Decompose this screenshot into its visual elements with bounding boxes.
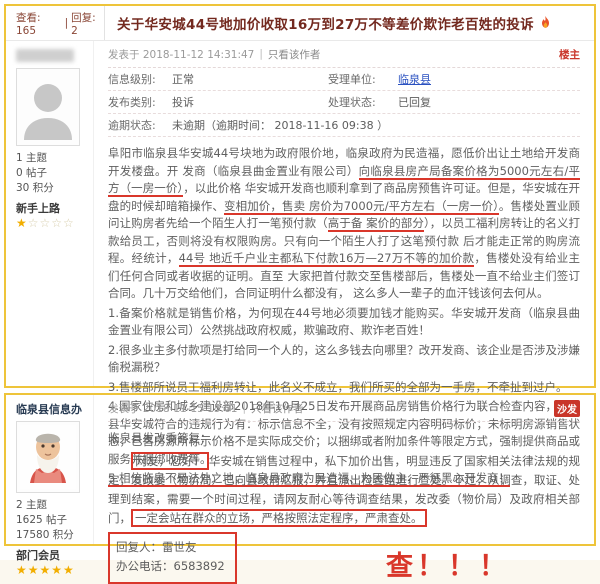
info-level-label: 信息级别: [108, 71, 172, 87]
censored-username [16, 49, 74, 62]
thread-stats: 查看: 165 | 回复: 2 [6, 6, 105, 40]
reply-contact-name: 回复人：雷世友 [116, 538, 225, 557]
rank-stars: ★☆☆☆☆ [16, 216, 87, 230]
expire-label: 逾期状态: [108, 117, 172, 133]
post-timestamp: 发表于 2018-11-15 15:01 [108, 401, 237, 416]
reply-count: 回复: 2 [71, 10, 104, 37]
status-value: 已回复 [398, 94, 431, 110]
elder-cartoon-avatar-icon [20, 425, 76, 489]
reply-username[interactable]: 临泉县信息办 [16, 401, 87, 417]
expire-value: 未逾期（逾期时间： 2018-11-16 09:38 ） [172, 117, 388, 133]
stats-divider: | [65, 17, 69, 29]
rank-stars: ★★★★★ [16, 563, 87, 577]
floor-badge-reply[interactable]: 沙发 [554, 400, 580, 417]
investigate-stamp: 查！！！ [386, 544, 510, 583]
post-timestamp: 发表于 2018-11-12 14:31:47 [108, 47, 254, 62]
accept-unit-link[interactable]: 临泉县 [398, 71, 431, 87]
category-value: 投诉 [172, 94, 302, 110]
avatar[interactable] [16, 421, 80, 493]
thread-title: 关于华安城44号地加价收取16万到27万不等差价欺诈老百姓的投诉 [117, 13, 534, 33]
view-author-link[interactable]: 只看该作者 [251, 401, 304, 416]
post-reply: 临泉县信息办 2 主题 16 [4, 393, 596, 546]
author-posts: 0 帖子 [16, 166, 87, 181]
floor-badge-op[interactable]: 楼主 [559, 47, 580, 62]
author-panel-op: 1 主题 0 帖子 30 积分 新手上路 ★☆☆☆☆ [6, 41, 94, 386]
reply-paragraph: 网友，您好！华安城在销售过程中，私下加价出售，明显违反了国家相关法律法规的规定，… [108, 452, 580, 528]
post-original: 查看: 165 | 回复: 2 关于华安城44号地加价收取16万到27万不等差价… [4, 4, 596, 388]
accept-unit-label: 受理单位: [328, 71, 398, 87]
status-label: 处理状态: [328, 94, 398, 110]
info-row: 逾期状态: 未逾期（逾期时间： 2018-11-16 09:38 ） [108, 114, 580, 137]
complaint-item-2: 2.很多业主多付款项是打给同一个人的，这么多钱去向哪里？改开发商、该企业是否涉及… [108, 342, 580, 377]
post-meta: 发表于 2018-11-15 15:01 | 只看该作者 沙发 [108, 395, 580, 422]
author-credits: 30 积分 [16, 181, 87, 196]
reply-heading: 临泉县发改委答复： [108, 430, 580, 446]
default-avatar-icon [20, 74, 76, 140]
complaint-paragraph: 阜阳市临泉县华安城44号块地为政府限价地，临泉政府为民造福，愿低价出让土地给开发… [108, 145, 580, 303]
info-row: 发布类别: 投诉 处理状态: 已回复 [108, 91, 580, 114]
post-meta: 发表于 2018-11-12 14:31:47 | 只看该作者 楼主 [108, 41, 580, 68]
info-level-value: 正常 [172, 71, 302, 87]
author-topics: 2 主题 [16, 498, 87, 513]
forum-page: 查看: 165 | 回复: 2 关于华安城44号地加价收取16万到27万不等差价… [0, 0, 600, 560]
author-rank: 新手上路 [16, 200, 87, 216]
author-rank: 部门会员 [16, 547, 87, 563]
thread-header: 查看: 165 | 回复: 2 关于华安城44号地加价收取16万到27万不等差价… [6, 6, 594, 41]
author-credits: 17580 积分 [16, 528, 87, 543]
info-row: 信息级别: 正常 受理单位: 临泉县 [108, 68, 580, 91]
hot-flame-icon [540, 16, 551, 30]
complaint-item-3: 3.售楼部所说员工福利房转让，此名义不成立，我们所买的全部为一手房，不牵扯到过户… [108, 379, 580, 397]
author-topics: 1 主题 [16, 151, 87, 166]
author-panel-gov: 临泉县信息办 2 主题 16 [6, 395, 94, 544]
reply-contact-box: 回复人：雷世友 办公电话：6583892 [108, 532, 237, 584]
author-posts: 1625 帖子 [16, 513, 87, 528]
category-label: 发布类别: [108, 94, 172, 110]
view-author-link[interactable]: 只看该作者 [268, 47, 321, 62]
avatar[interactable] [16, 68, 80, 146]
view-count: 查看: 165 [16, 10, 62, 37]
complaint-item-1: 1.备案价格就是销售价格，为何现在44号地必须要加钱才能购买。华安城开发商（临泉… [108, 305, 580, 340]
